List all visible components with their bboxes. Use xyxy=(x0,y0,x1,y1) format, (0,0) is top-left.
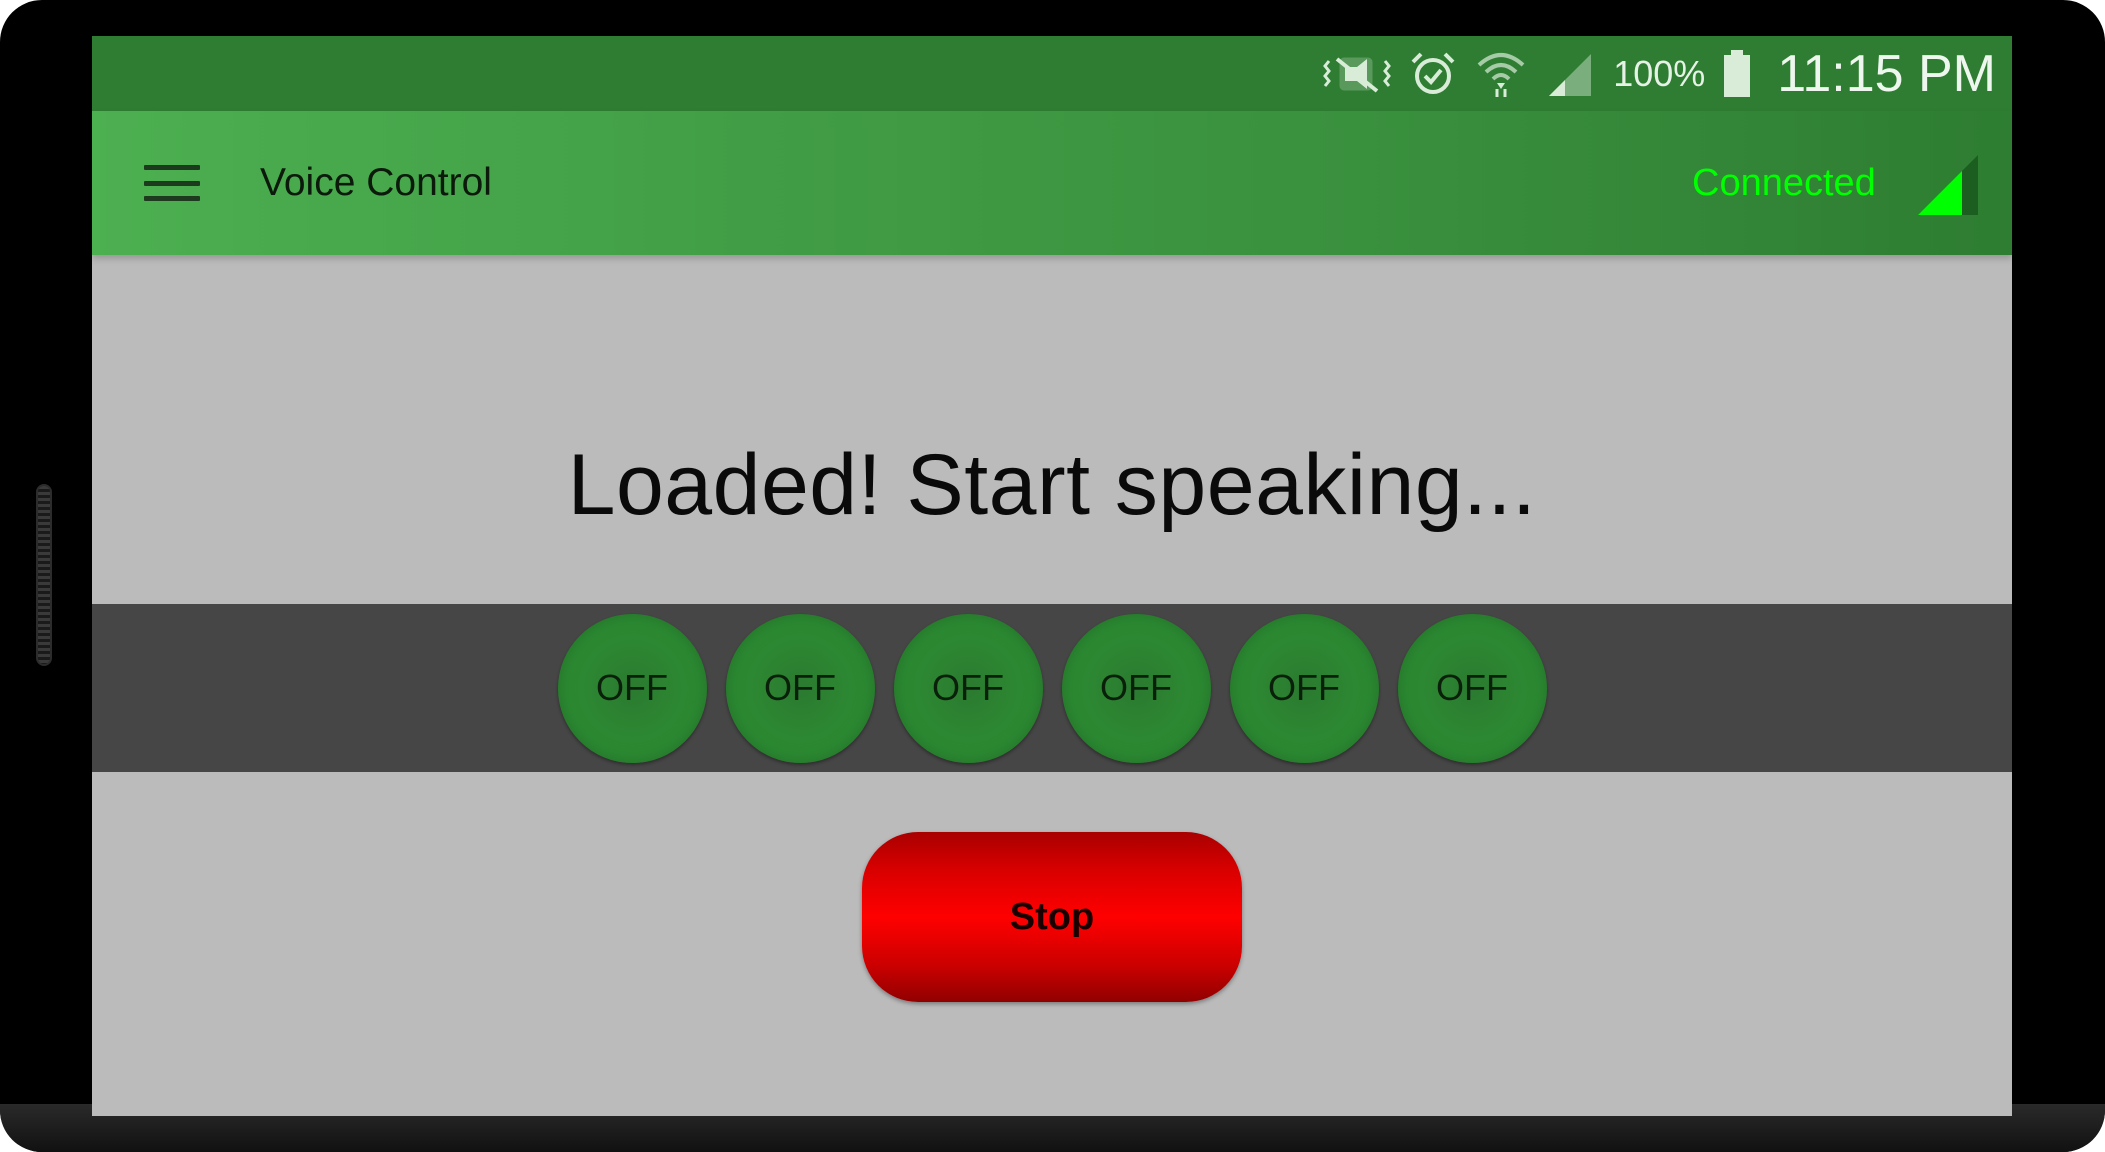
status-message: Loaded! Start speaking... xyxy=(567,437,1537,533)
menu-line xyxy=(144,165,200,170)
status-bar: 100% 11:15 PM xyxy=(92,36,2012,111)
status-icons: 100% 11:15 PM xyxy=(1323,36,1996,111)
battery-percent: 100% xyxy=(1613,52,1706,94)
toggle-button-2[interactable]: OFF xyxy=(725,613,875,763)
app-title: Voice Control xyxy=(260,161,492,204)
toggle-button-1[interactable]: OFF xyxy=(557,613,707,763)
menu-line xyxy=(144,196,200,201)
connection-status: Connected xyxy=(1692,162,1876,204)
alarm-icon xyxy=(1409,50,1457,98)
toggle-button-3[interactable]: OFF xyxy=(893,613,1043,763)
toggle-button-4[interactable]: OFF xyxy=(1061,613,1211,763)
toggle-button-5[interactable]: OFF xyxy=(1229,613,1379,763)
status-clock: 11:15 PM xyxy=(1777,44,1996,103)
battery-icon xyxy=(1723,49,1751,98)
cell-signal-icon xyxy=(1545,50,1595,98)
toggle-strip: OFF OFF OFF OFF OFF OFF xyxy=(92,604,2012,772)
screen: 100% 11:15 PM Voice Control Connected Lo… xyxy=(92,36,2012,1116)
mute-vibrate-icon xyxy=(1323,51,1392,97)
toggle-button-6[interactable]: OFF xyxy=(1397,613,1547,763)
signal-triangle-icon xyxy=(1918,155,1978,215)
wifi-icon xyxy=(1475,49,1527,99)
menu-line xyxy=(144,180,200,186)
phone-side-button xyxy=(36,484,52,666)
hamburger-menu-icon[interactable] xyxy=(142,157,202,209)
phone-frame: 100% 11:15 PM Voice Control Connected Lo… xyxy=(0,0,2105,1152)
stop-button[interactable]: Stop xyxy=(862,832,1242,1002)
app-bar: Voice Control Connected xyxy=(92,111,2012,255)
